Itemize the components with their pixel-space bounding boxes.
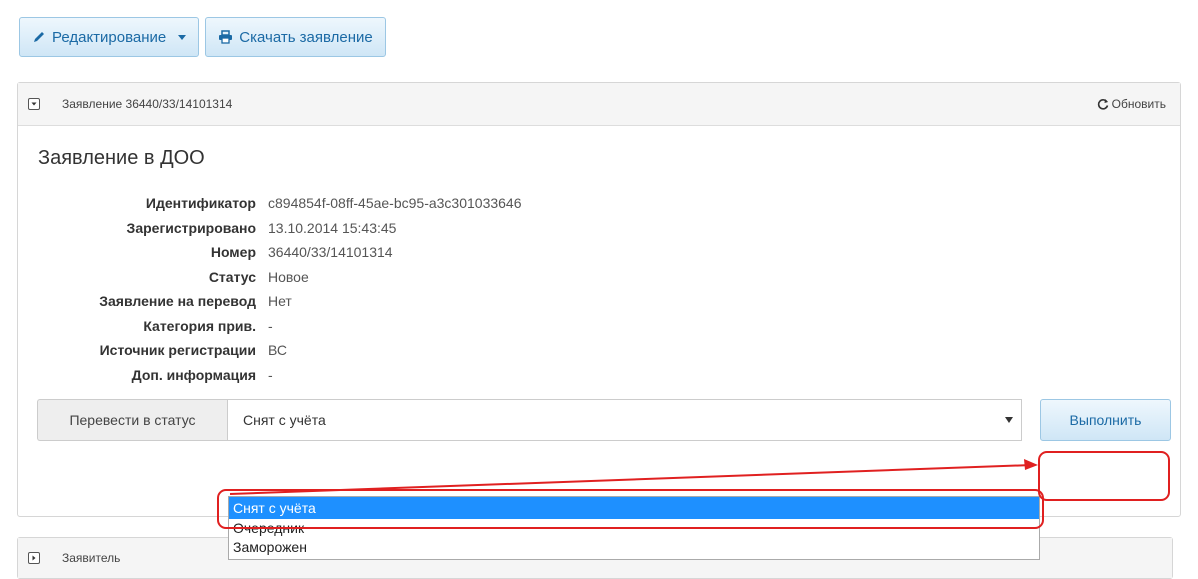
- detail-label: Идентификатор: [145, 195, 256, 212]
- dropdown-option[interactable]: Очередник: [229, 519, 1039, 538]
- status-change-label: Перевести в статус: [37, 399, 227, 441]
- detail-label: Категория прив.: [143, 317, 256, 334]
- dropdown-option[interactable]: Заморожен: [229, 538, 1039, 557]
- detail-value: Нет: [268, 293, 292, 310]
- dropdown-arrow-icon: [1005, 417, 1013, 423]
- detail-row: Зарегистрировано 13.10.2014 15:43:45: [18, 216, 618, 241]
- detail-row: Статус Новое: [18, 265, 618, 290]
- dropdown-option[interactable]: Снят с учёта: [229, 497, 1039, 519]
- refresh-label: Обновить: [1111, 97, 1166, 111]
- application-panel: Заявление 36440/33/14101314 Обновить Зая…: [17, 82, 1181, 517]
- collapse-icon[interactable]: [28, 98, 40, 110]
- detail-value: 13.10.2014 15:43:45: [268, 219, 397, 236]
- detail-label: Зарегистрировано: [126, 219, 256, 236]
- execute-button[interactable]: Выполнить: [1040, 399, 1171, 441]
- status-change-group: Перевести в статус Снят с учёта: [37, 399, 1022, 441]
- applicant-panel-title: Заявитель: [62, 551, 121, 565]
- detail-label: Статус: [208, 268, 256, 285]
- expand-icon[interactable]: [28, 552, 40, 564]
- caret-down-icon: [178, 34, 187, 40]
- detail-row: Категория прив. -: [18, 314, 618, 339]
- refresh-icon: [1097, 99, 1108, 110]
- application-details: Идентификатор c894854f-08ff-45ae-bc95-a3…: [18, 191, 618, 387]
- detail-row: Источник регистрации ВС: [18, 338, 618, 363]
- status-select-value: Снят с учёта: [243, 412, 326, 428]
- download-label: Скачать заявление: [239, 28, 373, 46]
- detail-value: c894854f-08ff-45ae-bc95-a3c301033646: [268, 195, 522, 212]
- detail-value: 36440/33/14101314: [268, 244, 393, 261]
- detail-label: Источник регистрации: [99, 342, 256, 359]
- detail-row: Номер 36440/33/14101314: [18, 240, 618, 265]
- application-title: Заявление в ДОО: [38, 147, 205, 169]
- detail-label: Заявление на перевод: [99, 293, 256, 310]
- printer-icon: [219, 30, 233, 44]
- refresh-button[interactable]: Обновить: [1097, 97, 1166, 111]
- status-select[interactable]: Снят с учёта: [227, 399, 1022, 441]
- detail-value: ВС: [268, 342, 287, 359]
- detail-label: Номер: [210, 244, 256, 261]
- application-panel-title: Заявление 36440/33/14101314: [62, 97, 233, 111]
- detail-value: -: [268, 317, 273, 334]
- pencil-icon: [34, 32, 44, 42]
- application-panel-header: Заявление 36440/33/14101314 Обновить: [18, 83, 1180, 126]
- toolbar: Редактирование Скачать заявление: [19, 17, 386, 59]
- edit-dropdown-button[interactable]: Редактирование: [19, 17, 200, 57]
- detail-value: Новое: [268, 268, 309, 285]
- download-application-button[interactable]: Скачать заявление: [205, 17, 386, 57]
- status-dropdown-list: Снят с учёта Очередник Заморожен: [228, 496, 1040, 560]
- detail-row: Идентификатор c894854f-08ff-45ae-bc95-a3…: [18, 191, 618, 216]
- detail-value: -: [268, 366, 273, 383]
- edit-label: Редактирование: [52, 28, 167, 46]
- detail-row: Доп. информация -: [18, 363, 618, 388]
- detail-row: Заявление на перевод Нет: [18, 289, 618, 314]
- detail-label: Доп. информация: [131, 366, 256, 383]
